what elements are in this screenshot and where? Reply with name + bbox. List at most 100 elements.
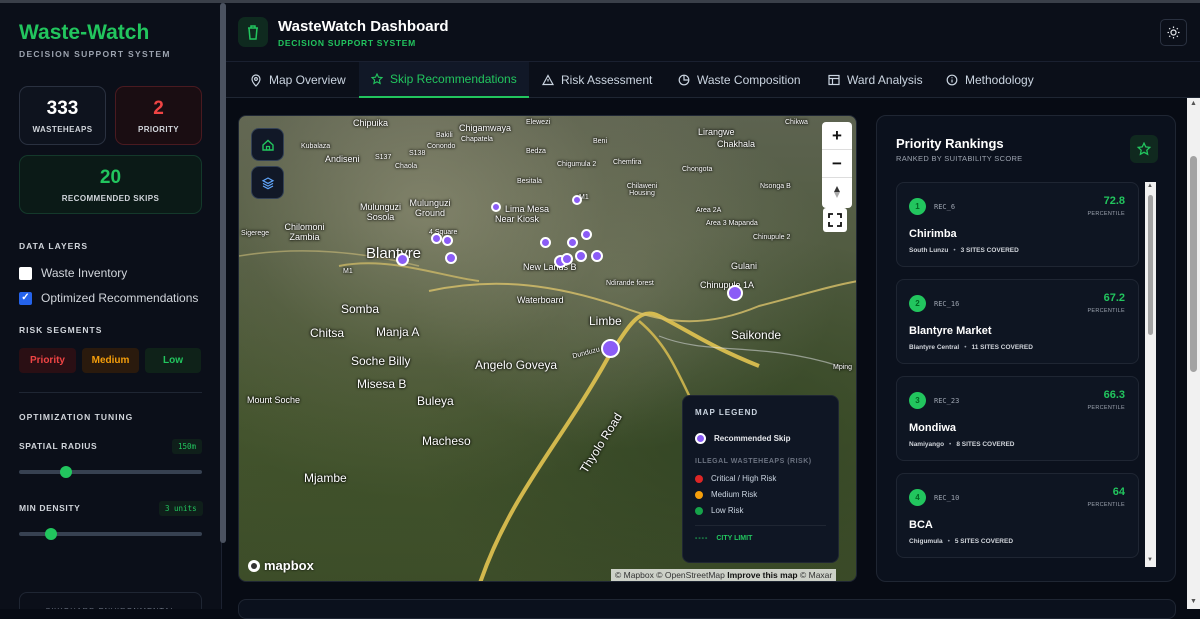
legend-medium-label: Medium Risk [711, 490, 758, 499]
header: WasteWatch Dashboard DECISION SUPPORT SY… [226, 3, 1200, 62]
recommended-skip-pin[interactable] [591, 250, 603, 262]
waste-inventory-checkbox[interactable] [19, 266, 32, 280]
rankings-scrollbar[interactable]: ▲ ▼ [1145, 182, 1156, 567]
legend-medium: Medium Risk [695, 490, 826, 499]
tab-map-overview-label: Map Overview [269, 73, 346, 87]
brand-subtitle: DECISION SUPPORT SYSTEM [19, 49, 171, 59]
recommended-skip-pin[interactable] [442, 235, 453, 246]
rank-score: 66.3 [1103, 389, 1125, 401]
ranking-card[interactable]: 2 REC_16 67.2 PERCENTILE Blantyre Market… [896, 279, 1139, 364]
recommended-skip-pin[interactable] [567, 237, 578, 248]
map-label: Chinupule 2 [753, 234, 791, 241]
spatial-radius-label: SPATIAL RADIUS [19, 441, 98, 451]
map-label: Chongota [682, 166, 713, 173]
min-density-slider[interactable] [19, 528, 202, 540]
sidebar-footer-card: SKYGUARD ENVIRONMENTAL [19, 592, 202, 609]
mapbox-logo[interactable]: mapbox [247, 558, 314, 573]
map-label: Area 3 Mapanda [706, 220, 758, 227]
map-label: Chemfira [613, 159, 642, 166]
optimized-recommendations-checkbox[interactable] [19, 291, 32, 305]
compass-button[interactable] [822, 178, 852, 206]
map-label: Waterboard [517, 295, 564, 305]
risk-priority-button[interactable]: Priority [19, 348, 76, 373]
recommended-skip-pin[interactable] [431, 233, 442, 244]
rank-id: REC_6 [934, 203, 956, 211]
rank-badge: 3 [909, 392, 926, 409]
recommended-skip-pin[interactable] [540, 237, 551, 248]
scroll-down-icon[interactable]: ▼ [1147, 557, 1153, 563]
recommended-skip-pin[interactable] [727, 285, 743, 301]
recommended-skip-pin[interactable] [396, 253, 409, 266]
map-label: Andiseni [325, 154, 360, 164]
scroll-down-icon[interactable]: ▼ [1190, 598, 1197, 605]
risk-low-button[interactable]: Low [145, 348, 201, 373]
stat-recommended-value: 20 [99, 167, 122, 188]
ranking-card[interactable]: 3 REC_23 66.3 PERCENTILE Mondiwa Namiyan… [896, 376, 1139, 461]
recommended-skip-pin[interactable] [491, 202, 501, 212]
rank-id: REC_23 [934, 397, 960, 405]
attribution-maxar[interactable]: © Maxar [800, 570, 832, 580]
tab-skip-recommendations[interactable]: Skip Recommendations [359, 62, 529, 98]
map-label: Nsonga B [760, 183, 791, 190]
theme-toggle-button[interactable] [1160, 19, 1187, 46]
layer-waste-inventory[interactable]: Waste Inventory [19, 266, 127, 280]
zoom-out-button[interactable]: − [822, 150, 852, 178]
rankings-subtitle: RANKED BY SUITABILITY SCORE [896, 154, 1023, 163]
fullscreen-button[interactable] [823, 208, 847, 232]
map-attribution[interactable]: © Mapbox © OpenStreetMap Improve this ma… [611, 569, 837, 581]
warning-icon [542, 74, 554, 86]
tab-risk-assessment[interactable]: Risk Assessment [530, 62, 664, 98]
map-label: Ndirande forest [606, 280, 654, 287]
tab-methodology[interactable]: Methodology [934, 62, 1046, 98]
ranking-card[interactable]: 4 REC_10 64 PERCENTILE BCA Chigumula • 5 … [896, 473, 1139, 558]
spatial-radius-thumb[interactable] [60, 466, 73, 478]
main-scroll-thumb[interactable] [1190, 156, 1197, 372]
rank-sites: 8 SITES COVERED [956, 441, 1015, 448]
rank-badge: 2 [909, 295, 926, 312]
scroll-up-icon[interactable]: ▲ [1190, 100, 1197, 107]
map-home-button[interactable] [251, 128, 284, 161]
tab-map-overview[interactable]: Map Overview [238, 62, 358, 98]
stat-wasteheaps-value: 333 [46, 98, 79, 119]
rank-name: Chirimba [909, 228, 957, 240]
stat-priority-label: PRIORITY [138, 125, 179, 134]
rank-meta: South Lunzu • 3 SITES COVERED [909, 247, 1019, 254]
rankings-star-button[interactable] [1130, 135, 1158, 163]
legend-divider [695, 525, 826, 526]
main-scrollbar[interactable]: ▲ ▼ [1187, 98, 1200, 609]
ranking-card[interactable]: 1 REC_6 72.8 PERCENTILE Chirimba South L… [896, 182, 1139, 267]
tab-methodology-label: Methodology [965, 73, 1034, 87]
legend-recommended-label: Recommended Skip [714, 434, 791, 443]
recommended-skip-pin[interactable] [561, 253, 573, 265]
recommended-skip-pin[interactable] [445, 252, 457, 264]
improve-map-link[interactable]: Improve this map [727, 570, 797, 580]
tab-skip-recommendations-label: Skip Recommendations [390, 72, 517, 86]
legend-critical: Critical / High Risk [695, 474, 826, 483]
tab-waste-composition[interactable]: Waste Composition [666, 62, 813, 98]
risk-medium-button[interactable]: Medium [82, 348, 139, 373]
min-density-thumb[interactable] [44, 528, 57, 540]
zoom-in-button[interactable]: + [822, 122, 852, 150]
map-layers-button[interactable] [251, 166, 284, 199]
min-density-value: 3 units [159, 501, 203, 516]
map-label: Lirangwe [698, 127, 735, 137]
recommended-skip-pin[interactable] [572, 195, 582, 205]
layer-optimized-recommendations[interactable]: Optimized Recommendations [19, 291, 198, 305]
spatial-radius-value: 150m [172, 439, 203, 454]
pie-chart-icon [678, 74, 690, 86]
map-label: S137 [375, 154, 392, 161]
attribution-osm[interactable]: © Mapbox © OpenStreetMap [615, 570, 725, 580]
rankings-scroll-thumb[interactable] [1148, 195, 1153, 335]
recommended-skip-pin[interactable] [601, 339, 620, 358]
tab-ward-analysis[interactable]: Ward Analysis [816, 62, 935, 98]
zoom-controls: + − [822, 122, 852, 208]
spatial-radius-slider[interactable] [19, 466, 202, 478]
map-label: Misesa B [357, 377, 407, 391]
scroll-up-icon[interactable]: ▲ [1147, 183, 1153, 189]
map-label: Chapatela [461, 136, 493, 143]
rank-score: 64 [1112, 486, 1125, 498]
stat-recommended-label: RECOMMENDED SKIPS [61, 194, 160, 203]
recommended-skip-pin[interactable] [581, 229, 592, 240]
map-view[interactable]: + − Chipuika Bakili Chigamwaya Chapatela… [238, 115, 857, 582]
recommended-skip-pin[interactable] [575, 250, 587, 262]
